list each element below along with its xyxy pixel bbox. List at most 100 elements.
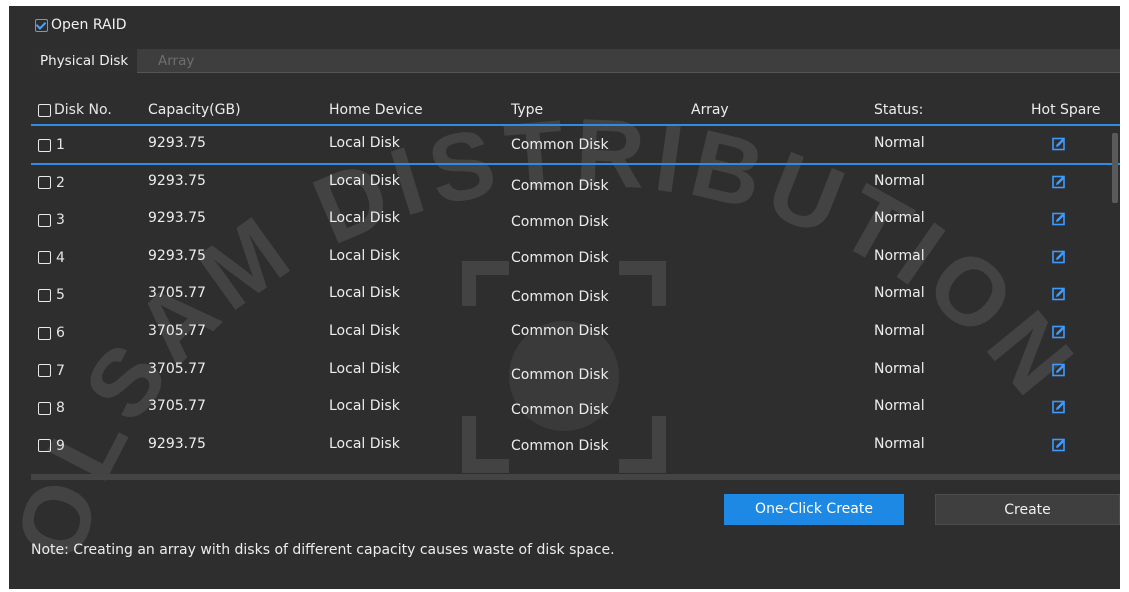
row-disk-no: 5 xyxy=(38,287,65,303)
status-cell: Normal xyxy=(874,398,925,415)
hot-spare-edit-icon[interactable] xyxy=(1052,137,1066,151)
create-button[interactable]: Create xyxy=(935,494,1120,525)
disk-number: 9 xyxy=(56,437,65,454)
disk-number: 2 xyxy=(56,174,65,191)
type-cell: Common Disk xyxy=(511,214,609,231)
header-disk-no: Disk No. xyxy=(38,102,112,118)
home-device-cell: Local Disk xyxy=(329,210,400,227)
table-row[interactable]: 4 9293.75 Local Disk Common Disk Normal xyxy=(31,241,1120,278)
tab-physical-disk[interactable]: Physical Disk xyxy=(31,49,138,73)
capacity-cell: 9293.75 xyxy=(148,172,206,189)
disk-number: 1 xyxy=(56,137,65,153)
tab-array[interactable]: Array xyxy=(149,49,203,73)
type-cell: Common Disk xyxy=(511,249,609,266)
status-cell: Normal xyxy=(874,435,925,452)
open-raid-label: Open RAID xyxy=(51,17,127,33)
capacity-cell: 3705.77 xyxy=(148,360,206,377)
hot-spare-edit-icon[interactable] xyxy=(1052,325,1066,339)
type-cell: Common Disk xyxy=(511,323,609,339)
row-checkbox[interactable] xyxy=(38,326,51,340)
row-checkbox[interactable] xyxy=(38,138,51,152)
header-home-device: Home Device xyxy=(329,102,423,118)
capacity-cell: 3705.77 xyxy=(148,285,206,302)
capacity-cell: 9293.75 xyxy=(148,247,206,264)
disk-number: 7 xyxy=(56,362,65,379)
row-checkbox[interactable] xyxy=(38,288,51,302)
table-row[interactable]: 7 3705.77 Local Disk Common Disk Normal xyxy=(31,354,1120,391)
home-device-cell: Local Disk xyxy=(329,247,400,264)
select-all-checkbox[interactable] xyxy=(38,103,51,117)
open-raid-checkbox[interactable] xyxy=(35,18,48,32)
home-device-cell: Local Disk xyxy=(329,172,400,189)
hot-spare-edit-icon[interactable] xyxy=(1052,287,1066,301)
row-checkbox[interactable] xyxy=(38,364,51,378)
table-scrollbar[interactable] xyxy=(1112,133,1118,203)
hot-spare-edit-icon[interactable] xyxy=(1052,400,1066,414)
disk-number: 4 xyxy=(56,249,65,266)
header-hot-spare: Hot Spare xyxy=(1031,102,1101,118)
capacity-cell: 9293.75 xyxy=(148,210,206,227)
table-row[interactable]: 9 9293.75 Local Disk Common Disk Normal xyxy=(31,429,1120,466)
status-cell: Normal xyxy=(874,247,925,264)
capacity-cell: 9293.75 xyxy=(148,435,206,452)
table-row[interactable]: 8 3705.77 Local Disk Common Disk Normal xyxy=(31,391,1120,428)
hot-spare-edit-icon[interactable] xyxy=(1052,363,1066,377)
home-device-cell: Local Disk xyxy=(329,135,400,151)
note-text: Note: Creating an array with disks of di… xyxy=(31,542,615,558)
home-device-cell: Local Disk xyxy=(329,323,400,339)
hot-spare-edit-icon[interactable] xyxy=(1052,438,1066,452)
header-array: Array xyxy=(691,102,729,118)
open-raid-toggle[interactable]: Open RAID xyxy=(35,17,127,33)
disk-number: 8 xyxy=(56,400,65,417)
table-header: Disk No. Capacity(GB) Home Device Type A… xyxy=(31,98,1120,126)
table-row[interactable]: 2 9293.75 Local Disk Common Disk Normal xyxy=(31,166,1120,203)
one-click-create-button[interactable]: One-Click Create xyxy=(724,494,904,525)
table-row[interactable]: 5 3705.77 Local Disk Common Disk Normal xyxy=(31,278,1120,315)
hot-spare-edit-icon[interactable] xyxy=(1052,212,1066,226)
capacity-cell: 3705.77 xyxy=(148,398,206,415)
disk-number: 3 xyxy=(56,212,65,229)
row-disk-no: 2 xyxy=(38,175,65,191)
row-disk-no: 1 xyxy=(38,137,65,153)
status-cell: Normal xyxy=(874,285,925,302)
row-disk-no: 9 xyxy=(38,438,65,454)
row-disk-no: 7 xyxy=(38,363,65,379)
type-cell: Common Disk xyxy=(511,402,609,419)
storage-raid-panel: OLSAM DISTRIBUTION Open RAID Physical Di… xyxy=(9,6,1120,589)
type-cell: Common Disk xyxy=(511,289,609,306)
hot-spare-edit-icon[interactable] xyxy=(1052,250,1066,264)
table-bottom-bar xyxy=(31,474,1120,480)
status-cell: Normal xyxy=(874,360,925,377)
tab-bar: Physical Disk Array xyxy=(31,49,1120,73)
type-cell: Common Disk xyxy=(511,437,609,454)
home-device-cell: Local Disk xyxy=(329,398,400,415)
disk-number: 5 xyxy=(56,287,65,304)
row-disk-no: 6 xyxy=(38,325,65,341)
header-type: Type xyxy=(511,102,544,118)
status-cell: Normal xyxy=(874,323,925,339)
status-cell: Normal xyxy=(874,172,925,189)
table-row[interactable]: 6 3705.77 Local Disk Common Disk Normal xyxy=(31,316,1120,353)
home-device-cell: Local Disk xyxy=(329,360,400,377)
hot-spare-edit-icon[interactable] xyxy=(1052,175,1066,189)
type-cell: Common Disk xyxy=(511,366,609,383)
table-row[interactable]: 1 9293.75 Local Disk Common Disk Normal xyxy=(31,128,1120,165)
header-disk-no-label: Disk No. xyxy=(54,102,112,118)
capacity-cell: 9293.75 xyxy=(148,135,206,151)
row-checkbox[interactable] xyxy=(38,439,51,453)
capacity-cell: 3705.77 xyxy=(148,323,206,339)
row-checkbox[interactable] xyxy=(38,401,51,415)
row-checkbox[interactable] xyxy=(38,176,51,190)
row-disk-no: 4 xyxy=(38,250,65,266)
row-disk-no: 3 xyxy=(38,212,65,228)
type-cell: Common Disk xyxy=(511,177,609,194)
header-status: Status: xyxy=(874,102,924,118)
table-row[interactable]: 3 9293.75 Local Disk Common Disk Normal xyxy=(31,203,1120,240)
status-cell: Normal xyxy=(874,210,925,227)
status-cell: Normal xyxy=(874,135,925,151)
disk-number: 6 xyxy=(56,325,65,341)
row-checkbox[interactable] xyxy=(38,213,51,227)
row-disk-no: 8 xyxy=(38,400,65,416)
home-device-cell: Local Disk xyxy=(329,285,400,302)
row-checkbox[interactable] xyxy=(38,251,51,265)
